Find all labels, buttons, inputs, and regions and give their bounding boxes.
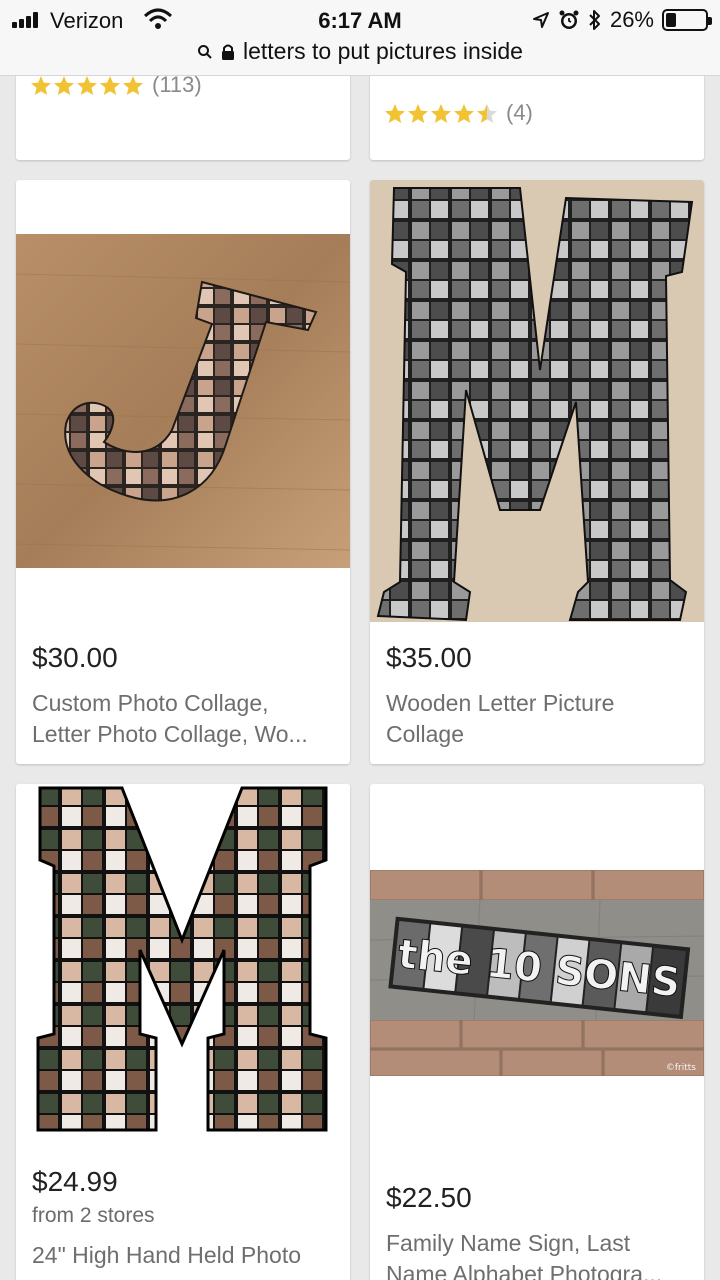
product-title[interactable]: Family Name Sign, Last Name Alphabet Pho… — [386, 1228, 690, 1280]
product-price: $35.00 — [386, 642, 472, 673]
letter-m-wooden-collage-image — [370, 180, 704, 622]
status-bar: Verizon 6:17 AM 26% — [0, 0, 720, 40]
watermark-text: ©fritts — [666, 1063, 696, 1073]
battery-icon — [662, 9, 712, 31]
star-icon — [123, 75, 143, 95]
star-rating — [384, 103, 498, 124]
product-title-line: Custom Photo Collage, — [32, 690, 269, 716]
product-card[interactable]: $30.00 Custom Photo Collage, Letter Phot… — [16, 180, 350, 764]
star-icon — [77, 75, 97, 95]
star-rating — [30, 75, 144, 96]
star-icon — [408, 103, 428, 123]
product-title[interactable]: 24" High Hand Held Photo — [32, 1240, 336, 1271]
product-title[interactable]: Wooden Letter Picture Collage — [386, 688, 690, 750]
family-name-sign-image: the 10 SONS ©fritts — [370, 870, 704, 1076]
product-image-letter-j[interactable] — [16, 234, 350, 568]
star-icon — [31, 75, 51, 95]
product-card[interactable]: $24.99 from 2 stores 24" High Hand Held … — [16, 784, 350, 1280]
bluetooth-icon — [589, 10, 600, 30]
product-price: $30.00 — [32, 642, 118, 673]
search-icon — [198, 44, 212, 59]
product-title-line: Collage — [386, 721, 464, 747]
rating: (4) — [384, 100, 533, 126]
browser-top-bar: Verizon 6:17 AM 26% letters to put pictu… — [0, 0, 720, 76]
battery-level-fill — [666, 13, 676, 27]
search-query: letters to put pictures inside — [243, 38, 523, 64]
battery-percent: 26% — [609, 7, 654, 32]
product-card[interactable]: $35.00 Wooden Letter Picture Collage — [370, 180, 704, 764]
star-icon — [54, 75, 74, 95]
star-icon — [477, 103, 497, 123]
letter-j-photo-collage-image — [16, 234, 350, 568]
star-icon — [385, 103, 405, 123]
product-image-family-name-sign[interactable]: the 10 SONS ©fritts — [370, 870, 704, 1076]
product-title-line: Name Alphabet Photogra... — [386, 1261, 663, 1280]
product-image-letter-m[interactable] — [370, 180, 704, 622]
product-image-letter-m-wedding[interactable] — [16, 784, 350, 1146]
address-bar[interactable]: letters to put pictures inside — [0, 38, 720, 65]
product-title-line: Family Name Sign, Last — [386, 1230, 631, 1256]
product-price: $22.50 — [386, 1182, 472, 1213]
star-icon — [100, 75, 120, 95]
letter-m-wedding-collage-image — [16, 784, 350, 1146]
lock-icon — [222, 44, 234, 60]
review-count: (4) — [506, 100, 533, 125]
product-title-line: Letter Photo Collage, Wo... — [32, 721, 308, 747]
status-icons: 26% — [532, 7, 712, 32]
product-title-line: 24" High Hand Held Photo — [32, 1242, 302, 1268]
product-title[interactable]: Custom Photo Collage, Letter Photo Colla… — [32, 688, 336, 750]
results-grid: (113) (4) $30.00 Custom Photo Collage, L… — [0, 0, 720, 1280]
alarm-clock-icon — [559, 10, 579, 29]
product-price: $24.99 — [32, 1166, 118, 1197]
location-arrow-icon — [532, 12, 549, 28]
star-icon — [454, 103, 474, 123]
product-title-line: Wooden Letter Picture — [386, 690, 615, 716]
product-card[interactable]: the 10 SONS ©fritts $22.50 Family Name S… — [370, 784, 704, 1280]
star-icon — [431, 103, 451, 123]
store-count: from 2 stores — [32, 1204, 155, 1227]
